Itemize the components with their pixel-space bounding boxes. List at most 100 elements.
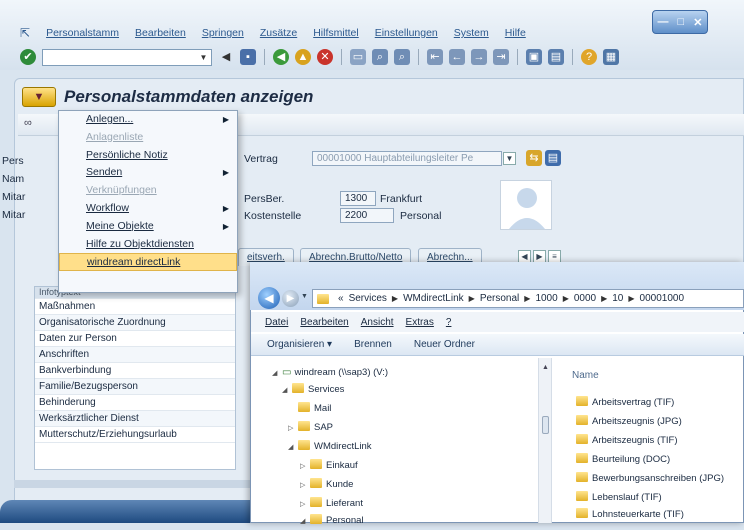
vertrag-dropdown-icon[interactable]: ▼ bbox=[503, 152, 516, 165]
find-icon[interactable]: ⌕ bbox=[372, 49, 388, 65]
infotype-row-bankverbindung[interactable]: Bankverbindung bbox=[35, 363, 235, 379]
first-page-icon[interactable]: ⇤ bbox=[427, 49, 443, 65]
tree-item-sap[interactable]: ▷ SAP bbox=[288, 419, 333, 436]
explorer-menu-datei[interactable]: Datei bbox=[265, 317, 288, 328]
breadcrumb-arrow-icon[interactable]: ▶ bbox=[469, 294, 475, 303]
explorer-menu-bearbeiten[interactable]: Bearbeiten bbox=[300, 317, 348, 328]
chevron-down-icon[interactable]: ▼ bbox=[197, 51, 210, 64]
scrollbar-thumb[interactable] bbox=[542, 416, 549, 434]
save-icon[interactable]: ▪ bbox=[240, 49, 256, 65]
history-dropdown-icon[interactable]: ▼ bbox=[301, 293, 308, 300]
breadcrumb-arrow-icon[interactable]: ▶ bbox=[601, 294, 607, 303]
file-item[interactable]: Arbeitszeugnis (JPG) bbox=[576, 413, 682, 430]
find-next-icon[interactable]: ⌕ bbox=[394, 49, 410, 65]
enter-check-icon[interactable]: ✔ bbox=[20, 49, 36, 65]
breadcrumb-services[interactable]: Services bbox=[349, 293, 387, 304]
scroll-up-icon[interactable]: ▲ bbox=[542, 364, 549, 371]
menu-item-workflow[interactable]: Workflow ▶ bbox=[59, 200, 237, 218]
contract-icon[interactable]: ⇆ bbox=[526, 150, 542, 166]
tree-item-windream-drive[interactable]: ◢ ▭ windream (\\sap3) (V:) bbox=[272, 364, 388, 381]
neuer-ordner-button[interactable]: Neuer Ordner bbox=[414, 339, 475, 350]
tree-item-mail[interactable]: Mail bbox=[298, 400, 331, 417]
tree-item-personal[interactable]: ◢ Personal bbox=[300, 512, 364, 529]
explorer-menu-ansicht[interactable]: Ansicht bbox=[361, 317, 394, 328]
menu-hilfe[interactable]: Hilfe bbox=[505, 27, 526, 39]
tree-item-kunde[interactable]: ▷ Kunde bbox=[300, 476, 353, 493]
cancel-icon[interactable]: ✕ bbox=[317, 49, 333, 65]
new-session-icon[interactable]: ▣ bbox=[526, 49, 542, 65]
back-icon[interactable]: ◀ bbox=[273, 49, 289, 65]
close-icon[interactable]: ✕ bbox=[693, 16, 702, 29]
breadcrumb-wmdirectlink[interactable]: WMdirectLink bbox=[403, 293, 464, 304]
breadcrumb-0000[interactable]: 0000 bbox=[574, 293, 596, 304]
infotype-row-familie[interactable]: Familie/Bezugsperson bbox=[35, 379, 235, 395]
command-field[interactable]: ▼ bbox=[42, 48, 212, 66]
pane-scrollbar[interactable]: ▲ bbox=[538, 358, 552, 523]
menu-springen[interactable]: Springen bbox=[202, 27, 244, 39]
menu-einstellungen[interactable]: Einstellungen bbox=[375, 27, 438, 39]
organisieren-button[interactable]: Organisieren ▾ bbox=[267, 339, 332, 350]
menu-system[interactable]: System bbox=[454, 27, 489, 39]
file-item[interactable]: Bewerbungsanschreiben (JPG) bbox=[576, 470, 724, 487]
collapsed-arrow-icon[interactable]: ▷ bbox=[300, 458, 310, 475]
last-page-icon[interactable]: ⇥ bbox=[493, 49, 509, 65]
document-icon[interactable]: ▤ bbox=[545, 150, 561, 166]
breadcrumb-arrow-icon[interactable]: ▶ bbox=[392, 294, 398, 303]
file-item[interactable]: Lohnsteuerkarte (TIF) bbox=[576, 506, 684, 523]
infotype-row-anschriften[interactable]: Anschriften bbox=[35, 347, 235, 363]
collapsed-arrow-icon[interactable]: ▷ bbox=[288, 420, 298, 437]
tree-item-einkauf[interactable]: ▷ Einkauf bbox=[300, 457, 358, 474]
tree-item-wmdirectlink[interactable]: ◢ WMdirectLink bbox=[288, 438, 372, 455]
help-icon[interactable]: ? bbox=[581, 49, 597, 65]
breadcrumb-1000[interactable]: 1000 bbox=[535, 293, 557, 304]
next-page-icon[interactable]: → bbox=[471, 49, 487, 65]
collapsed-arrow-icon[interactable]: ▷ bbox=[300, 477, 310, 494]
menu-item-meine-objekte[interactable]: Meine Objekte ▶ bbox=[59, 218, 237, 236]
breadcrumb-00001000[interactable]: 00001000 bbox=[640, 293, 685, 304]
layout-menu-icon[interactable]: ▦ bbox=[603, 49, 619, 65]
breadcrumb-arrow-icon[interactable]: ▶ bbox=[524, 294, 530, 303]
breadcrumb-arrow-icon[interactable]: ▶ bbox=[628, 294, 634, 303]
exit-icon[interactable]: ▲ bbox=[295, 49, 311, 65]
expanded-arrow-icon[interactable]: ◢ bbox=[282, 382, 292, 399]
infotype-row-massnahmen[interactable]: Maßnahmen bbox=[35, 299, 235, 315]
window-controls[interactable]: — □ ✕ bbox=[652, 10, 708, 34]
forward-button-icon[interactable]: ▶ bbox=[282, 290, 299, 307]
kostenstelle-field[interactable]: 2200 bbox=[340, 208, 394, 223]
breadcrumb-personal[interactable]: Personal bbox=[480, 293, 519, 304]
tree-item-services[interactable]: ◢ Services bbox=[282, 381, 344, 398]
column-header-name[interactable]: Name bbox=[572, 370, 599, 381]
infotype-row-daten-zur-person[interactable]: Daten zur Person bbox=[35, 331, 235, 347]
brennen-button[interactable]: Brennen bbox=[354, 339, 392, 350]
expanded-arrow-icon[interactable]: ◢ bbox=[272, 365, 282, 382]
infotype-row-org-zuordnung[interactable]: Organisatorische Zuordnung bbox=[35, 315, 235, 331]
breadcrumb-10[interactable]: 10 bbox=[612, 293, 623, 304]
maximize-icon[interactable]: □ bbox=[678, 16, 685, 28]
file-item[interactable]: Beurteilung (DOC) bbox=[576, 451, 670, 468]
menu-personalstamm[interactable]: Personalstamm bbox=[46, 27, 119, 39]
explorer-menu-help[interactable]: ? bbox=[446, 317, 452, 328]
menu-hilfsmittel[interactable]: Hilfsmittel bbox=[313, 27, 359, 39]
menu-item-persoenliche-notiz[interactable]: Persönliche Notiz bbox=[59, 147, 237, 165]
infotype-row-werksaerztlich[interactable]: Werksärztlicher Dienst bbox=[35, 411, 235, 427]
menu-exit-icon[interactable]: ⇱ bbox=[20, 26, 30, 40]
vertrag-field[interactable]: 00001000 Hauptabteilungsleiter Pe bbox=[312, 151, 502, 166]
shortcut-icon[interactable]: ▤ bbox=[548, 49, 564, 65]
file-item[interactable]: Arbeitszeugnis (TIF) bbox=[576, 432, 678, 449]
glasses-icon[interactable]: ∞ bbox=[24, 117, 32, 129]
infotype-row-behinderung[interactable]: Behinderung bbox=[35, 395, 235, 411]
services-for-object-icon[interactable]: ▼ bbox=[22, 87, 56, 107]
menu-item-hilfe-objektdienste[interactable]: Hilfe zu Objektdiensten bbox=[59, 236, 237, 254]
expanded-arrow-icon[interactable]: ◢ bbox=[300, 513, 310, 530]
menu-bearbeiten[interactable]: Bearbeiten bbox=[135, 27, 186, 39]
menu-item-anlegen[interactable]: Anlegen... ▶ bbox=[59, 111, 237, 129]
expanded-arrow-icon[interactable]: ◢ bbox=[288, 439, 298, 456]
breadcrumb-arrow-icon[interactable]: ▶ bbox=[563, 294, 569, 303]
previous-page-icon[interactable]: ← bbox=[449, 49, 465, 65]
back-arrow-icon[interactable]: ◀ bbox=[218, 49, 234, 65]
print-icon[interactable]: ▭ bbox=[350, 49, 366, 65]
explorer-menu-extras[interactable]: Extras bbox=[406, 317, 434, 328]
file-item[interactable]: Arbeitsvertrag (TIF) bbox=[576, 394, 674, 411]
tree-item-lieferant[interactable]: ▷ Lieferant bbox=[300, 495, 363, 512]
infotype-row-mutterschutz[interactable]: Mutterschutz/Erziehungsurlaub bbox=[35, 427, 235, 443]
